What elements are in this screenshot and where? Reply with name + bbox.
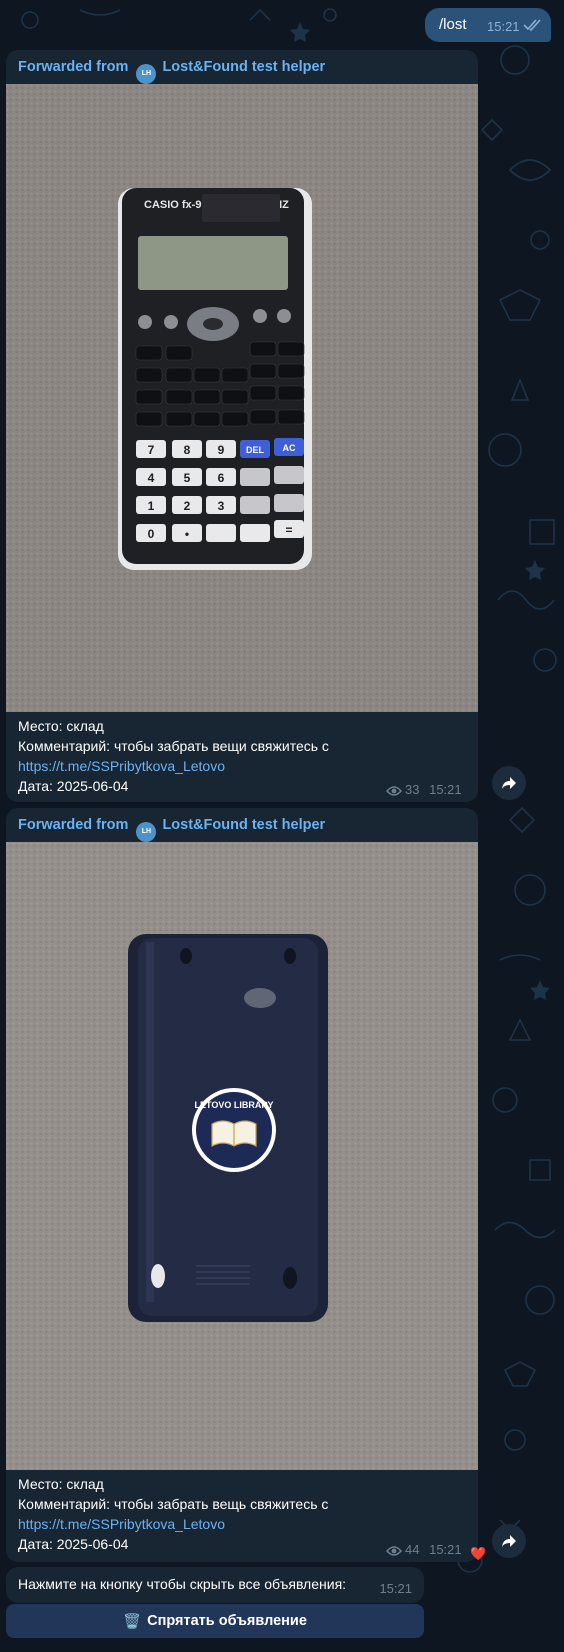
- message-time: 15:21: [429, 1542, 462, 1557]
- forwarded-header[interactable]: Forwarded from LH Lost&Found test helper: [18, 59, 325, 84]
- contact-link[interactable]: https://t.me/SSPribytkova_Letovo: [18, 1516, 225, 1532]
- eye-icon: [386, 1546, 402, 1556]
- message-meta: 33 15:21: [386, 782, 462, 797]
- contact-link[interactable]: https://t.me/SSPribytkova_Letovo: [18, 758, 225, 774]
- svg-text:•: •: [185, 527, 189, 541]
- source-name[interactable]: Lost&Found test helper: [162, 817, 325, 833]
- source-avatar[interactable]: LH: [136, 822, 157, 842]
- bot-prompt-time: 15:21: [379, 1581, 412, 1596]
- caption-comment: Комментарий: чтобы забрать вещи свяжитес…: [18, 738, 329, 754]
- svg-text:8: 8: [184, 443, 191, 457]
- svg-text:4: 4: [148, 471, 155, 485]
- outgoing-message[interactable]: /lost 15:21: [425, 8, 551, 42]
- trash-icon: 🗑️: [123, 1613, 142, 1630]
- message-time: 15:21: [429, 782, 462, 797]
- forwarded-message[interactable]: Forwarded from LH Lost&Found test helper: [6, 808, 478, 1562]
- forwarded-header[interactable]: Forwarded from LH Lost&Found test helper: [18, 817, 325, 842]
- forwarded-message[interactable]: Forwarded from LH Lost&Found test helper…: [6, 50, 478, 802]
- source-avatar[interactable]: LH: [136, 64, 157, 84]
- svg-text:2: 2: [184, 499, 191, 513]
- caption-comment: Комментарий: чтобы забрать вещь свяжитес…: [18, 1496, 329, 1512]
- message-caption: Место: склад Комментарий: чтобы забрать …: [18, 716, 329, 796]
- forwarded-prefix: Forwarded from: [18, 817, 129, 833]
- caption-place: Место: склад: [18, 1476, 104, 1492]
- caption-place: Место: склад: [18, 718, 104, 734]
- sticker-text: LETOVO LIBRARY: [194, 1100, 273, 1110]
- share-button[interactable]: [492, 1524, 526, 1558]
- hide-listings-button[interactable]: 🗑️ Спрятать объявление: [6, 1604, 424, 1638]
- eye-icon: [386, 786, 402, 796]
- share-button[interactable]: [492, 766, 526, 800]
- svg-text:5: 5: [184, 471, 191, 485]
- svg-text:3: 3: [218, 499, 225, 513]
- hide-listings-label: Спрятать объявление: [147, 1613, 307, 1629]
- svg-text:9: 9: [218, 443, 225, 457]
- message-photo[interactable]: CASIO fx-991EX CLASSWIZ: [6, 84, 478, 712]
- svg-text:7: 7: [148, 443, 155, 457]
- svg-text:1: 1: [148, 499, 155, 513]
- message-meta: 44 15:21: [386, 1542, 462, 1557]
- share-icon: [502, 1535, 516, 1547]
- source-name[interactable]: Lost&Found test helper: [162, 59, 325, 75]
- bot-prompt-message[interactable]: Нажмите на кнопку чтобы скрыть все объяв…: [6, 1567, 424, 1603]
- svg-text:DEL: DEL: [246, 445, 265, 455]
- svg-text:=: =: [285, 523, 292, 537]
- share-icon: [502, 777, 516, 789]
- heart-reaction[interactable]: ❤️: [470, 1546, 486, 1562]
- caption-date: Дата: 2025-06-04: [18, 1536, 129, 1552]
- svg-text:6: 6: [218, 471, 225, 485]
- view-count: 44: [405, 1542, 420, 1557]
- outgoing-message-text: /lost: [439, 16, 467, 33]
- forwarded-prefix: Forwarded from: [18, 59, 129, 75]
- message-caption: Место: склад Комментарий: чтобы забрать …: [18, 1474, 328, 1554]
- svg-text:0: 0: [148, 527, 155, 541]
- svg-text:AC: AC: [283, 443, 296, 453]
- caption-date: Дата: 2025-06-04: [18, 778, 129, 794]
- view-count: 33: [405, 782, 420, 797]
- bot-prompt-text: Нажмите на кнопку чтобы скрыть все объяв…: [18, 1576, 347, 1592]
- outgoing-message-time: 15:21: [487, 19, 520, 34]
- message-photo[interactable]: LETOVO LIBRARY: [6, 842, 478, 1470]
- double-check-icon: [523, 19, 541, 32]
